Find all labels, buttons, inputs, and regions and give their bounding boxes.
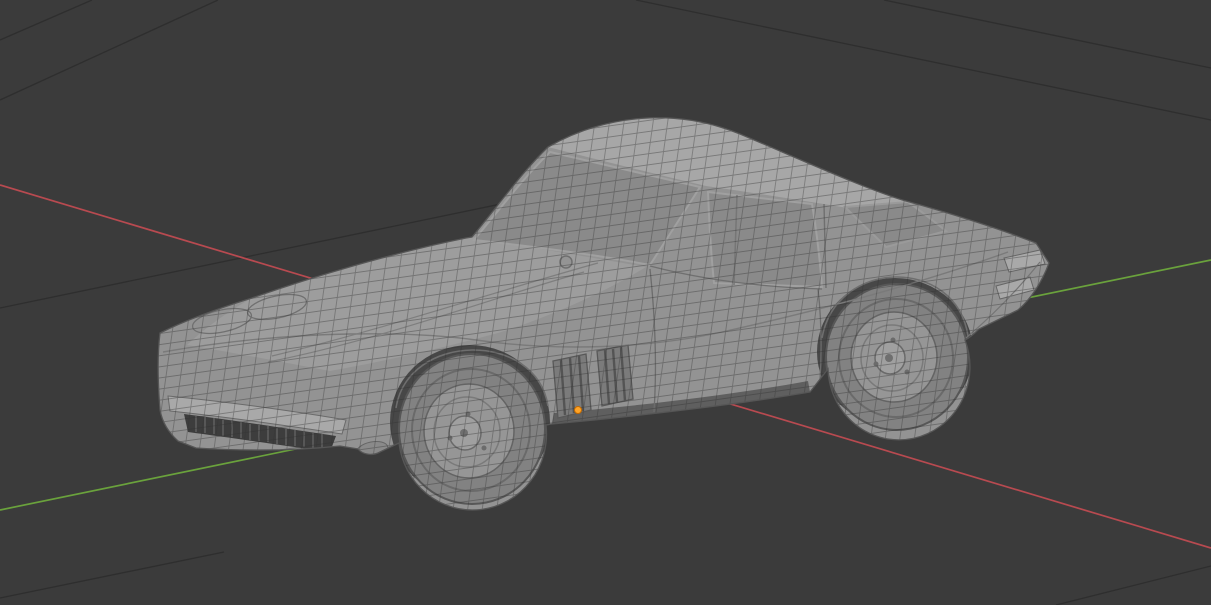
viewport-canvas[interactable] [0,0,1211,605]
origin-marker[interactable] [574,406,582,414]
3d-scene[interactable] [0,0,1211,605]
